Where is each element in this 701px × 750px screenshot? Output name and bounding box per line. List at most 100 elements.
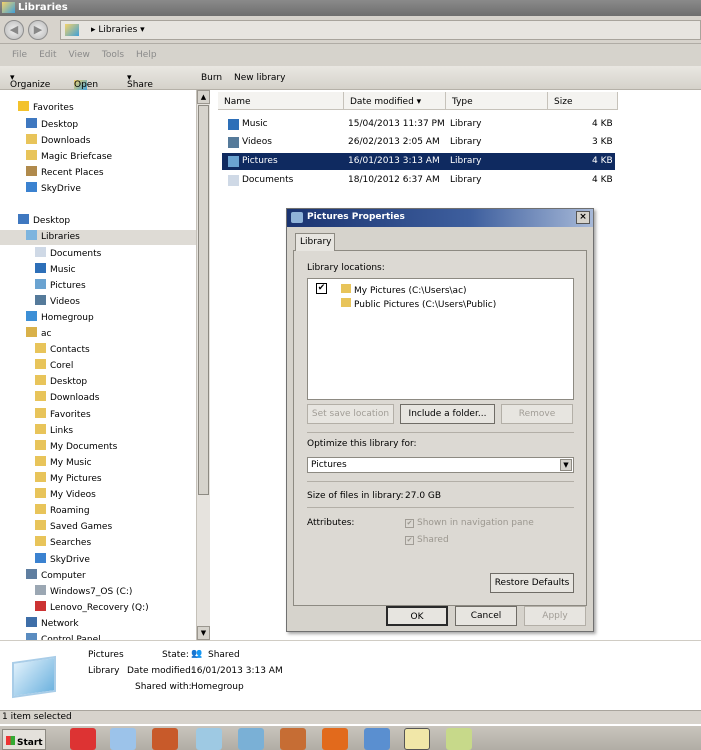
column-size[interactable]: Size [548, 92, 618, 110]
menu-tools[interactable]: Tools [102, 50, 124, 60]
nav-item[interactable]: Favorites [35, 408, 91, 423]
restore-defaults-button[interactable]: Restore Defaults [490, 573, 574, 593]
nav-item[interactable]: Searches [35, 536, 91, 551]
taskbar-app-icon[interactable] [70, 728, 96, 750]
menu-file[interactable]: File [12, 50, 27, 60]
status-text: 1 item selected [2, 712, 72, 722]
nav-item[interactable]: Saved Games [35, 520, 112, 535]
nav-item[interactable]: Corel [35, 359, 73, 374]
nav-item[interactable]: My Videos [35, 488, 96, 503]
shown-in-nav-checkbox[interactable]: ✔ Shown in navigation pane [405, 518, 534, 528]
nav-item[interactable]: Documents [35, 247, 101, 262]
optimize-dropdown[interactable]: Pictures ▼ [307, 457, 574, 473]
column-name[interactable]: Name [218, 92, 344, 110]
nav-item[interactable]: My Music [35, 456, 92, 471]
taskbar-app-icon[interactable] [238, 728, 264, 750]
column-type[interactable]: Type [446, 92, 548, 110]
nav-item-label: Favorites [50, 410, 91, 420]
nav-item-label: My Videos [50, 490, 96, 500]
menu-edit[interactable]: Edit [39, 50, 56, 60]
nav-item[interactable]: Desktop [35, 375, 87, 390]
nav-item-label: Desktop [41, 120, 79, 130]
start-button[interactable]: Start [2, 729, 46, 750]
nav-item[interactable]: ac [26, 327, 51, 342]
nav-scrollbar[interactable]: ▲ ▼ [196, 90, 210, 640]
table-row[interactable]: Music 15/04/2013 11:37 PM Library 4 KB [222, 116, 615, 133]
nav-item[interactable]: My Documents [35, 440, 117, 455]
apply-button[interactable]: Apply [524, 606, 586, 626]
scroll-up-button[interactable]: ▲ [197, 90, 210, 104]
taskbar-app-icon[interactable] [280, 728, 306, 750]
close-button[interactable]: × [576, 211, 590, 224]
menu-help[interactable]: Help [136, 50, 157, 60]
taskbar-app-icon[interactable] [364, 728, 390, 750]
nav-item[interactable]: Desktop [18, 214, 70, 229]
table-row[interactable]: Pictures 16/01/2013 3:13 AM Library 4 KB [222, 153, 615, 170]
shared-label: Shared [417, 535, 449, 545]
nav-item[interactable]: Pictures [35, 279, 86, 294]
include-folder-button[interactable]: Include a folder... [400, 404, 495, 424]
nav-item[interactable]: Recent Places [26, 166, 104, 181]
library-locations-list[interactable]: ✔ My Pictures (C:\Users\ac) Public Pictu… [307, 278, 574, 400]
nav-item[interactable]: Roaming [35, 504, 90, 519]
column-date-modified[interactable]: Date modified ▾ [344, 92, 446, 110]
taskbar-app-icon[interactable] [196, 728, 222, 750]
nav-item[interactable]: Windows7_OS (C:) [35, 585, 132, 600]
nav-item[interactable]: Favorites [18, 101, 74, 116]
nav-item[interactable]: Network [26, 617, 79, 632]
nav-item[interactable]: Desktop [26, 118, 78, 133]
scroll-down-button[interactable]: ▼ [197, 626, 210, 640]
homegroup-icon [26, 311, 37, 321]
chevron-down-icon[interactable]: ▼ [560, 459, 572, 471]
set-save-location-button[interactable]: Set save location [307, 404, 394, 424]
scroll-thumb[interactable] [198, 105, 209, 495]
cancel-button[interactable]: Cancel [455, 606, 517, 626]
remove-button[interactable]: Remove [501, 404, 573, 424]
nav-item-label: Corel [50, 361, 74, 371]
default-save-checkbox[interactable]: ✔ [316, 283, 327, 294]
nav-item[interactable]: Music [35, 263, 76, 278]
tab-library[interactable]: Library [295, 233, 335, 251]
taskbar-app-icon[interactable] [110, 728, 136, 750]
nav-item[interactable]: Homegroup [26, 311, 94, 326]
table-row[interactable]: Documents 18/10/2012 6:37 AM Library 4 KB [222, 172, 615, 189]
nav-item[interactable]: My Pictures [35, 472, 102, 487]
libraries-icon [26, 230, 37, 240]
menu-view[interactable]: View [69, 50, 90, 60]
burn-button[interactable]: Burn [201, 73, 222, 83]
organize-button[interactable]: Organize ▾ [10, 73, 50, 90]
windows-explorer-icon[interactable] [404, 728, 430, 750]
breadcrumb-libraries[interactable]: Libraries [98, 25, 137, 35]
nav-item[interactable]: Links [35, 424, 73, 439]
firefox-icon[interactable] [322, 728, 348, 750]
nav-item[interactable]: Downloads [26, 134, 90, 149]
nav-item[interactable]: Downloads [35, 391, 99, 406]
taskbar-app-icon[interactable] [446, 728, 472, 750]
skydrive-icon [35, 553, 46, 563]
location-item[interactable]: Public Pictures (C:\Users\Public) [341, 298, 496, 310]
tab-panel: Library locations: ✔ My Pictures (C:\Use… [293, 250, 587, 606]
shared-checkbox[interactable]: ✔ Shared [405, 535, 449, 545]
location-item[interactable]: My Pictures (C:\Users\ac) [341, 284, 467, 296]
back-button[interactable]: ◀ [4, 20, 24, 40]
nav-item[interactable]: Magic Briefcase [26, 150, 112, 165]
new-library-button[interactable]: New library [234, 73, 285, 83]
nav-item[interactable]: Contacts [35, 343, 90, 358]
nav-item-label: My Music [50, 458, 92, 468]
nav-item[interactable]: SkyDrive [35, 553, 90, 568]
nav-item[interactable]: Lenovo_Recovery (Q:) [35, 601, 149, 616]
nav-item[interactable]: Computer [26, 569, 86, 584]
nav-item-label: Pictures [50, 281, 86, 291]
nav-item[interactable]: SkyDrive [26, 182, 81, 197]
status-bar: 1 item selected [0, 710, 701, 724]
address-bar[interactable]: ▸ Libraries ▾ [60, 20, 701, 40]
table-row[interactable]: Videos 26/02/2013 2:05 AM Library 3 KB [222, 134, 615, 151]
share-with-button[interactable]: Share with ▾ [127, 73, 153, 100]
ok-button[interactable]: OK [386, 606, 448, 626]
cell-name: Music [242, 119, 268, 129]
forward-button[interactable]: ▶ [28, 20, 48, 40]
taskbar-app-icon[interactable] [152, 728, 178, 750]
nav-item[interactable]: Videos [35, 295, 80, 310]
nav-item[interactable]: Libraries [0, 230, 196, 245]
optimize-label: Optimize this library for: [307, 439, 417, 449]
